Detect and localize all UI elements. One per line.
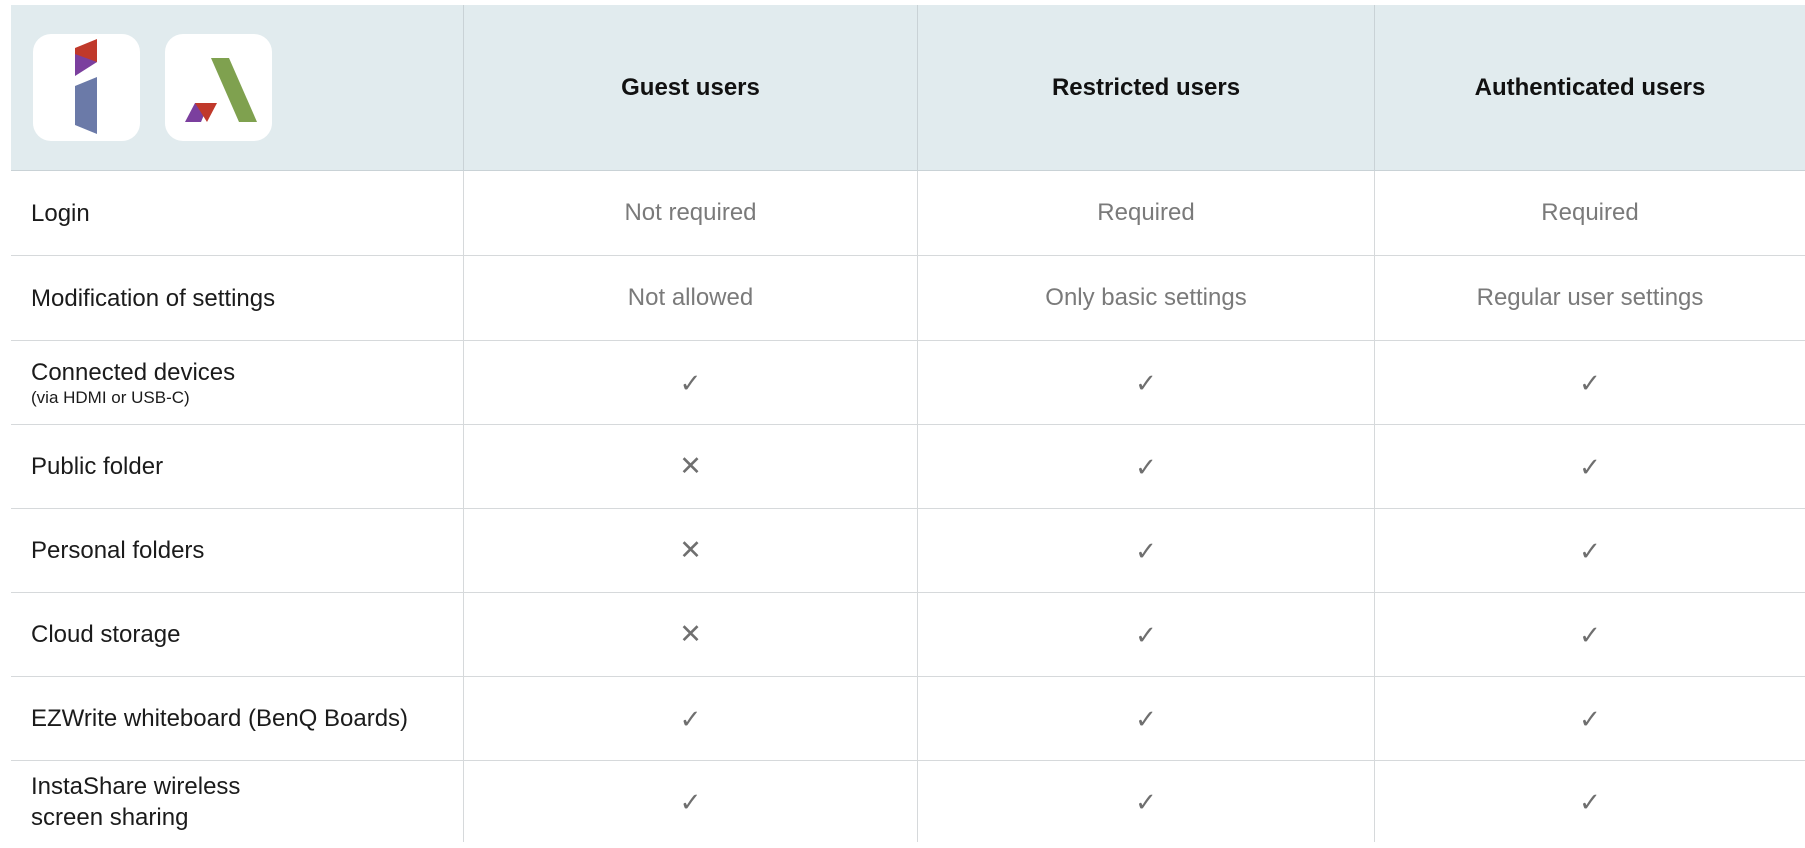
brand-i-logo-icon <box>33 34 140 141</box>
cell-restricted: Only basic settings <box>918 256 1375 340</box>
row-label: Personal folders <box>31 537 205 564</box>
column-header-restricted: Restricted users <box>918 5 1375 170</box>
cell-restricted: ✓ <box>918 761 1375 842</box>
check-icon: ✓ <box>679 703 702 734</box>
logo-group <box>11 34 272 141</box>
table-header-row: Guest users Restricted users Authenticat… <box>11 5 1805 171</box>
cell-restricted: ✓ <box>918 593 1375 676</box>
check-icon: ✓ <box>1135 619 1157 650</box>
row-label-cell: Cloud storage <box>11 593 464 676</box>
cell-restricted: Required <box>918 171 1375 255</box>
check-icon: ✓ <box>1135 786 1157 817</box>
cell-authenticated: ✓ <box>1375 425 1805 508</box>
row-label-cell: Login <box>11 171 464 255</box>
cell-restricted: ✓ <box>918 341 1375 424</box>
cell-guest: ✕ <box>464 509 918 592</box>
row-label-cell: EZWrite whiteboard (BenQ Boards) <box>11 677 464 760</box>
cell-value: Regular user settings <box>1476 284 1704 311</box>
check-icon: ✓ <box>1135 535 1157 566</box>
row-label: Login <box>31 199 90 227</box>
cell-value: Not allowed <box>627 284 754 311</box>
table-row: Cloud storage ✕ ✓ ✓ <box>11 593 1805 677</box>
cell-authenticated: ✓ <box>1375 509 1805 592</box>
cell-authenticated: ✓ <box>1375 761 1805 842</box>
cell-guest: ✕ <box>464 593 918 676</box>
check-icon: ✓ <box>1135 451 1157 482</box>
table-row: InstaShare wireless screen sharing ✓ ✓ ✓ <box>11 761 1805 842</box>
row-label: Connected devices <box>31 359 236 386</box>
cross-icon: ✕ <box>679 535 702 565</box>
check-icon: ✓ <box>679 367 702 398</box>
table-body: Login Not required Required Required Modific… <box>11 171 1805 842</box>
row-label: Cloud storage <box>31 621 181 648</box>
cell-authenticated: ✓ <box>1375 341 1805 424</box>
table-row: Personal folders ✕ ✓ ✓ <box>11 509 1805 593</box>
row-label-cell: InstaShare wireless screen sharing <box>11 761 464 842</box>
table-row: Public folder ✕ ✓ ✓ <box>11 425 1805 509</box>
user-permissions-table: Guest users Restricted users Authenticat… <box>11 5 1805 842</box>
cross-icon: ✕ <box>679 451 702 481</box>
column-header-authenticated: Authenticated users <box>1474 73 1706 101</box>
logo-cell <box>11 5 464 170</box>
cell-authenticated: ✓ <box>1375 593 1805 676</box>
check-icon: ✓ <box>1579 703 1601 734</box>
cell-restricted: ✓ <box>918 425 1375 508</box>
row-label-cell: Public folder <box>11 425 464 508</box>
cell-guest: ✕ <box>464 425 918 508</box>
check-icon: ✓ <box>1579 619 1601 650</box>
check-icon: ✓ <box>1579 367 1601 398</box>
table-row: Modification of settings Not allowed Only … <box>11 256 1805 341</box>
cell-value: Only basic settings <box>1045 284 1247 311</box>
table-row: Login Not required Required Required <box>11 171 1805 256</box>
cell-value: Not required <box>624 199 757 226</box>
cell-restricted: ✓ <box>918 677 1375 760</box>
row-label: InstaShare wireless <box>31 772 241 800</box>
column-header-guest: Guest users <box>464 5 918 170</box>
check-icon: ✓ <box>1579 451 1601 482</box>
row-label-cell: Personal folders <box>11 509 464 592</box>
check-icon: ✓ <box>679 786 702 817</box>
row-label-cell: Modification of settings <box>11 256 464 340</box>
check-icon: ✓ <box>1135 703 1157 734</box>
brand-a-logo-icon <box>165 34 272 141</box>
cell-guest: ✓ <box>464 341 918 424</box>
row-label: EZWrite whiteboard (BenQ Boards) <box>31 705 409 732</box>
cell-restricted: ✓ <box>918 509 1375 592</box>
check-icon: ✓ <box>1579 535 1601 566</box>
cell-authenticated: Required <box>1375 171 1805 255</box>
cell-guest: ✓ <box>464 677 918 760</box>
check-icon: ✓ <box>1579 786 1601 817</box>
cell-guest: Not required <box>464 171 918 255</box>
table-row: EZWrite whiteboard (BenQ Boards) ✓ ✓ ✓ <box>11 677 1805 761</box>
cell-guest: Not allowed <box>464 256 918 340</box>
row-label-cell: Connected devices (via HDMI or USB-C) <box>11 341 464 424</box>
row-sublabel: (via HDMI or USB-C) <box>31 388 190 407</box>
row-label: Modification of settings <box>31 284 276 312</box>
row-label: Public folder <box>31 453 164 480</box>
cross-icon: ✕ <box>679 619 702 649</box>
cell-authenticated: ✓ <box>1375 677 1805 760</box>
table-row: Connected devices (via HDMI or USB-C) ✓ ✓ ✓ <box>11 341 1805 425</box>
cell-value: Required <box>1097 199 1195 226</box>
row-sublabel: screen sharing <box>31 803 189 831</box>
cell-authenticated: Regular user settings <box>1375 256 1805 340</box>
cell-guest: ✓ <box>464 761 918 842</box>
check-icon: ✓ <box>1135 367 1157 398</box>
cell-value: Required <box>1541 199 1639 226</box>
